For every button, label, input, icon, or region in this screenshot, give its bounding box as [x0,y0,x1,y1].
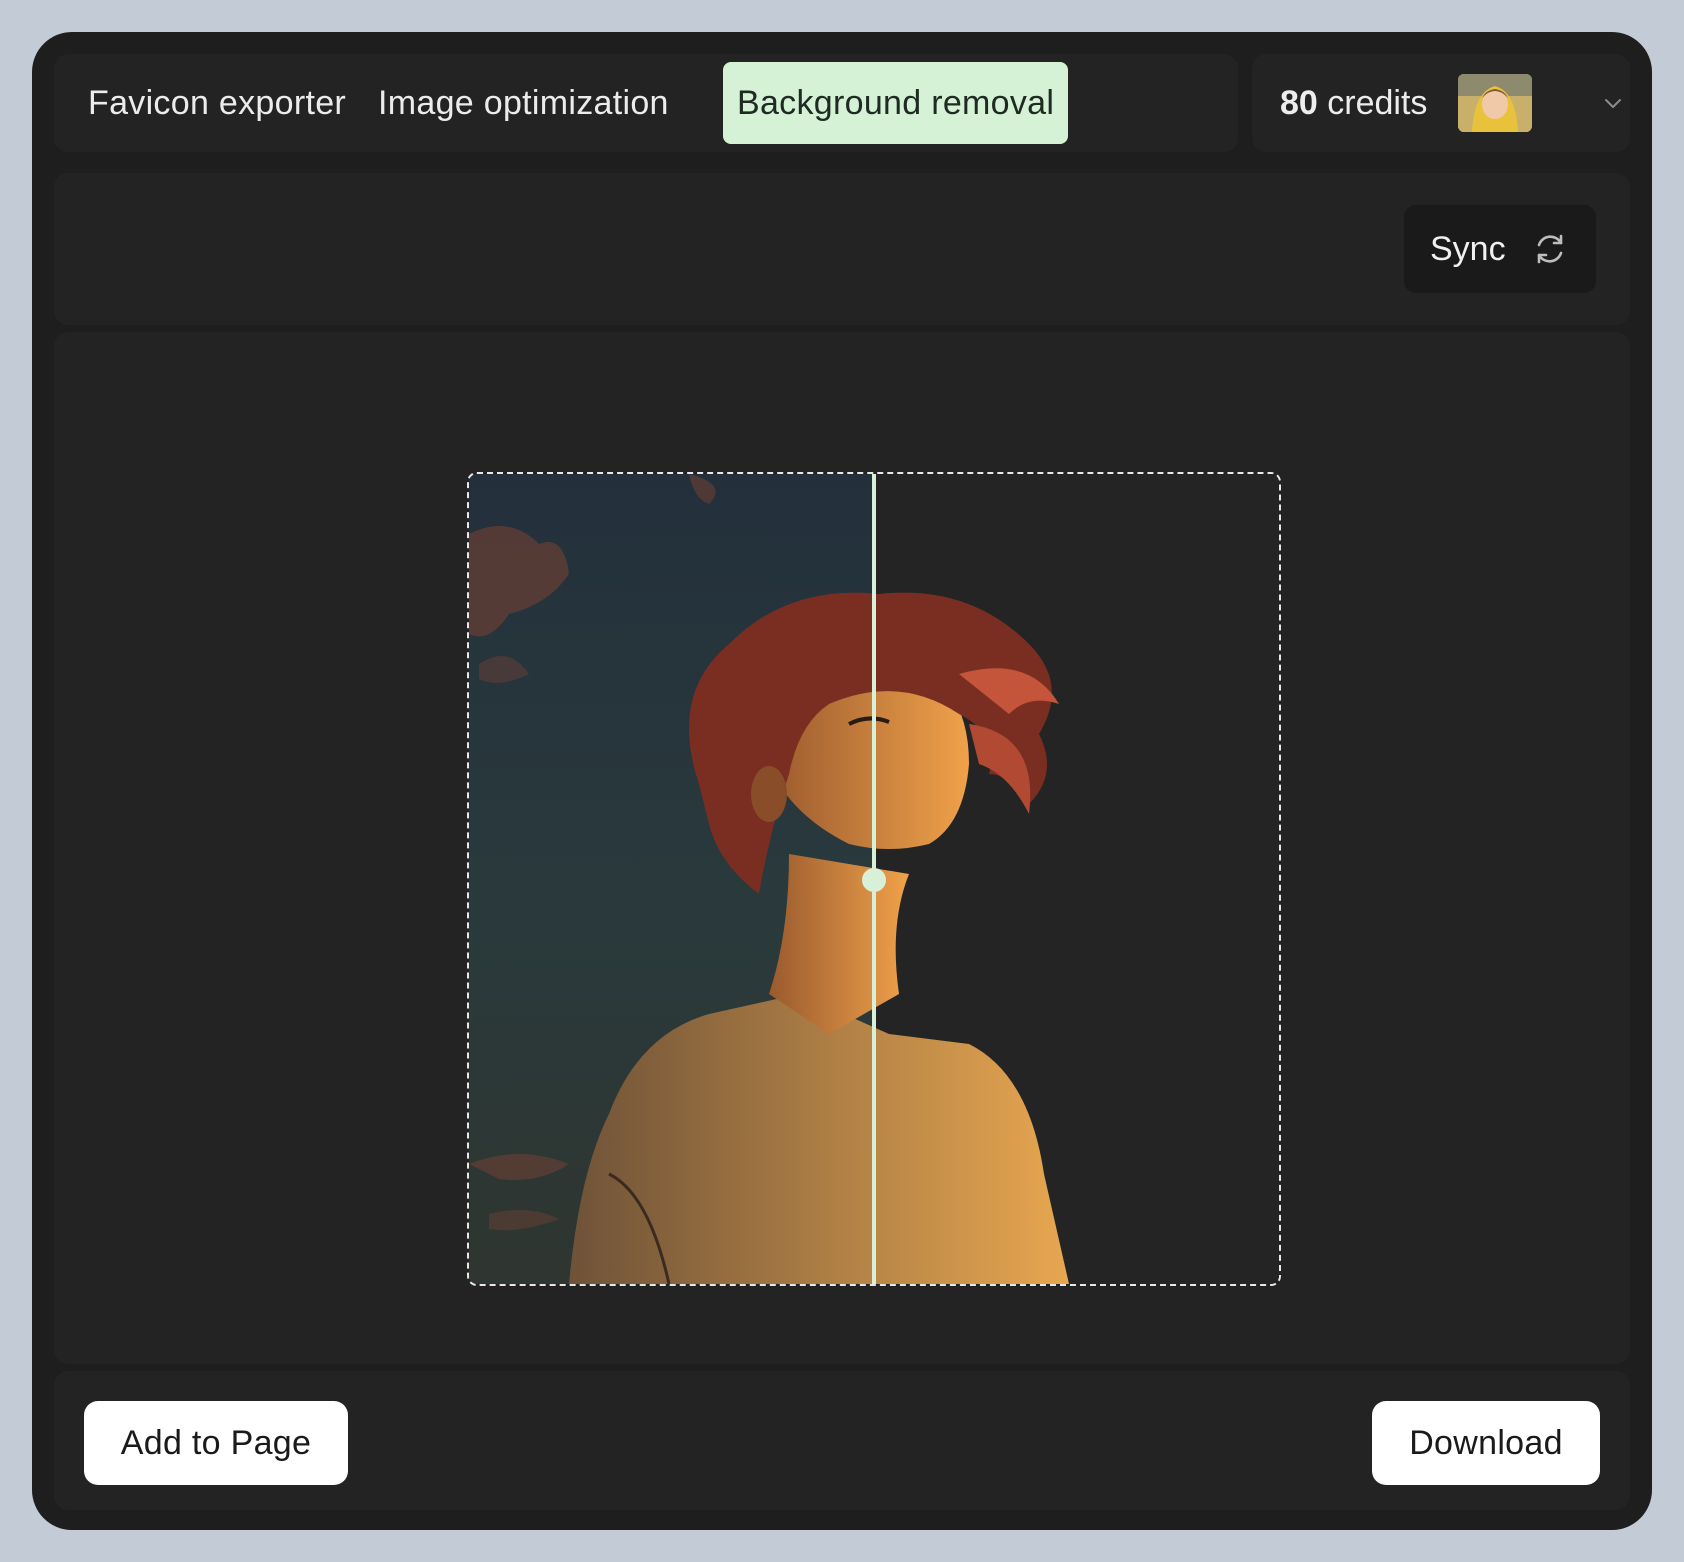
app-window: Favicon exporter Image optimization Back… [32,32,1652,1530]
refresh-icon [1537,234,1563,264]
account-menu[interactable]: 80 credits [1252,54,1630,152]
download-button[interactable]: Download [1372,1401,1600,1485]
tab-image-optimization[interactable]: Image optimization [364,62,683,144]
image-canvas [467,472,1281,1286]
sync-button[interactable]: Sync [1404,205,1596,293]
credits-counter: 80 credits [1280,54,1427,152]
tab-bar: Favicon exporter Image optimization Back… [54,54,1238,152]
credits-value: 80 [1280,84,1318,122]
action-bar: Add to Page Download [54,1371,1630,1510]
preview-stage [54,332,1630,1364]
sync-label: Sync [1430,230,1506,268]
tab-background-removal[interactable]: Background removal [723,62,1069,144]
compare-slider-handle[interactable] [862,868,886,892]
tab-favicon-exporter[interactable]: Favicon exporter [74,62,360,144]
chevron-down-icon[interactable] [1602,92,1624,114]
add-to-page-button[interactable]: Add to Page [84,1401,348,1485]
user-avatar[interactable] [1458,74,1532,132]
credits-label: credits [1317,84,1428,122]
comparison-image [469,474,1279,1284]
toolbar: Sync [54,173,1630,325]
